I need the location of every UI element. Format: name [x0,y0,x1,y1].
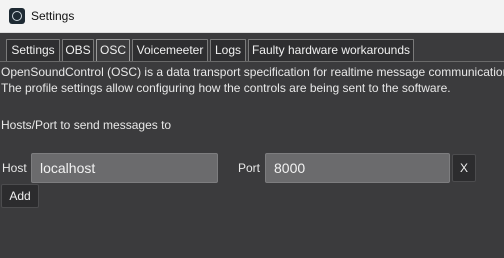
add-host-button[interactable]: Add [1,184,39,208]
tab-obs[interactable]: OBS [62,39,94,61]
osc-tab-content: OpenSoundControl (OSC) is a data transpo… [0,62,504,258]
tab-settings[interactable]: Settings [6,39,60,61]
port-input[interactable]: 8000 [265,153,450,183]
host-input[interactable]: localhost [31,153,218,183]
window-title: Settings [31,9,75,23]
tab-strip: Settings OBS OSC Voicemeeter Logs Faulty… [0,33,504,62]
tab-faulty-hardware-workarounds[interactable]: Faulty hardware workarounds [248,39,414,61]
tab-logs[interactable]: Logs [210,39,246,61]
remove-host-button[interactable]: X [452,154,476,182]
osc-description-line-2: The profile settings allow configuring h… [1,81,451,95]
app-icon [9,8,25,24]
tab-osc[interactable]: OSC [96,39,130,61]
hosts-heading: Hosts/Port to send messages to [1,118,172,132]
host-label: Host [2,161,27,175]
osc-description-line-1: OpenSoundControl (OSC) is a data transpo… [1,65,504,79]
tab-voicemeeter[interactable]: Voicemeeter [132,39,208,61]
port-label: Port [238,161,261,175]
title-bar: Settings [0,0,504,33]
